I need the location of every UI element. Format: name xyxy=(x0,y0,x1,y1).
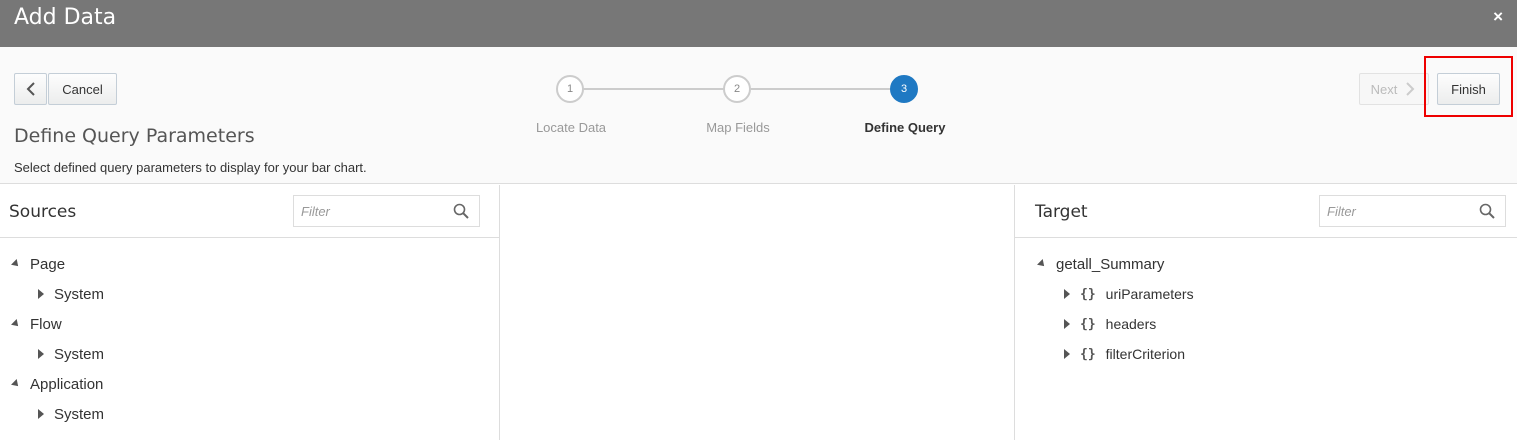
tree-node-label: Page xyxy=(30,255,66,273)
collapse-icon[interactable] xyxy=(11,319,21,329)
search-icon[interactable] xyxy=(453,203,469,219)
tree-node-page[interactable]: Page xyxy=(11,252,66,276)
page-title: Define Query Parameters xyxy=(14,125,255,147)
object-icon: {} xyxy=(1080,346,1096,362)
expand-icon[interactable] xyxy=(38,409,44,419)
step-connector xyxy=(751,88,890,90)
expand-icon[interactable] xyxy=(1064,289,1070,299)
sources-panel: Sources Page System Flow System Applicat… xyxy=(0,185,500,440)
step-3-indicator[interactable]: 3 xyxy=(890,75,918,103)
tree-node-flow[interactable]: Flow xyxy=(11,312,62,336)
tree-node-uriparameters[interactable]: {} uriParameters xyxy=(1064,282,1194,306)
target-filter[interactable] xyxy=(1319,195,1506,227)
tree-node-label: System xyxy=(54,345,105,363)
tree-node-headers[interactable]: {} headers xyxy=(1064,312,1156,336)
finish-highlight-box xyxy=(1424,56,1513,117)
dialog-title: Add Data xyxy=(14,5,117,30)
tree-node-filtercriterion[interactable]: {} filterCriterion xyxy=(1064,342,1185,366)
step-1-label: Locate Data xyxy=(535,120,607,135)
tree-node-getall-summary[interactable]: getall_Summary xyxy=(1037,252,1165,276)
dialog-titlebar: Add Data × xyxy=(0,0,1517,47)
tree-node-label: System xyxy=(54,285,105,303)
tree-node-label: Application xyxy=(30,375,104,393)
target-header: Target xyxy=(1015,185,1517,238)
tree-node-application-system[interactable]: System xyxy=(38,402,104,426)
tree-node-label: filterCriterion xyxy=(1105,346,1186,362)
sources-filter-input[interactable] xyxy=(294,196,444,226)
tree-node-flow-system[interactable]: System xyxy=(38,342,104,366)
expand-icon[interactable] xyxy=(38,349,44,359)
tree-node-page-system[interactable]: System xyxy=(38,282,104,306)
chevron-left-icon xyxy=(26,82,35,96)
search-icon[interactable] xyxy=(1479,203,1495,219)
tree-node-label: getall_Summary xyxy=(1056,255,1165,273)
object-icon: {} xyxy=(1080,286,1096,302)
back-button[interactable] xyxy=(14,73,47,105)
tree-node-label: headers xyxy=(1105,316,1157,332)
target-filter-input[interactable] xyxy=(1320,196,1470,226)
tree-node-application[interactable]: Application xyxy=(11,372,104,396)
target-panel: Target getall_Summary {} uriParameters {… xyxy=(1014,185,1517,440)
tree-node-label: uriParameters xyxy=(1105,286,1194,302)
object-icon: {} xyxy=(1080,316,1096,332)
cancel-button[interactable]: Cancel xyxy=(48,73,117,105)
expand-icon[interactable] xyxy=(1064,349,1070,359)
chevron-right-icon xyxy=(1406,82,1415,96)
sources-title: Sources xyxy=(9,202,77,222)
step-1-indicator[interactable]: 1 xyxy=(556,75,584,103)
expand-icon[interactable] xyxy=(38,289,44,299)
tree-node-label: System xyxy=(54,405,105,423)
step-2-label: Map Fields xyxy=(706,120,770,135)
close-icon[interactable]: × xyxy=(1493,7,1503,27)
step-2-indicator[interactable]: 2 xyxy=(723,75,751,103)
wizard-header: Cancel 1 2 3 Locate Data Map Fields Defi… xyxy=(0,47,1517,184)
next-label: Next xyxy=(1370,81,1398,97)
next-button[interactable]: Next xyxy=(1359,73,1429,105)
step-connector xyxy=(583,88,724,90)
collapse-icon[interactable] xyxy=(11,379,21,389)
step-3-label: Define Query xyxy=(864,120,946,135)
collapse-icon[interactable] xyxy=(1037,259,1047,269)
sources-filter[interactable] xyxy=(293,195,480,227)
tree-node-label: Flow xyxy=(30,315,62,333)
expand-icon[interactable] xyxy=(1064,319,1070,329)
page-subtitle: Select defined query parameters to displ… xyxy=(14,160,367,175)
sources-header: Sources xyxy=(0,185,499,238)
collapse-icon[interactable] xyxy=(11,259,21,269)
target-title: Target xyxy=(1035,202,1088,222)
mapping-canvas[interactable] xyxy=(500,185,1014,440)
